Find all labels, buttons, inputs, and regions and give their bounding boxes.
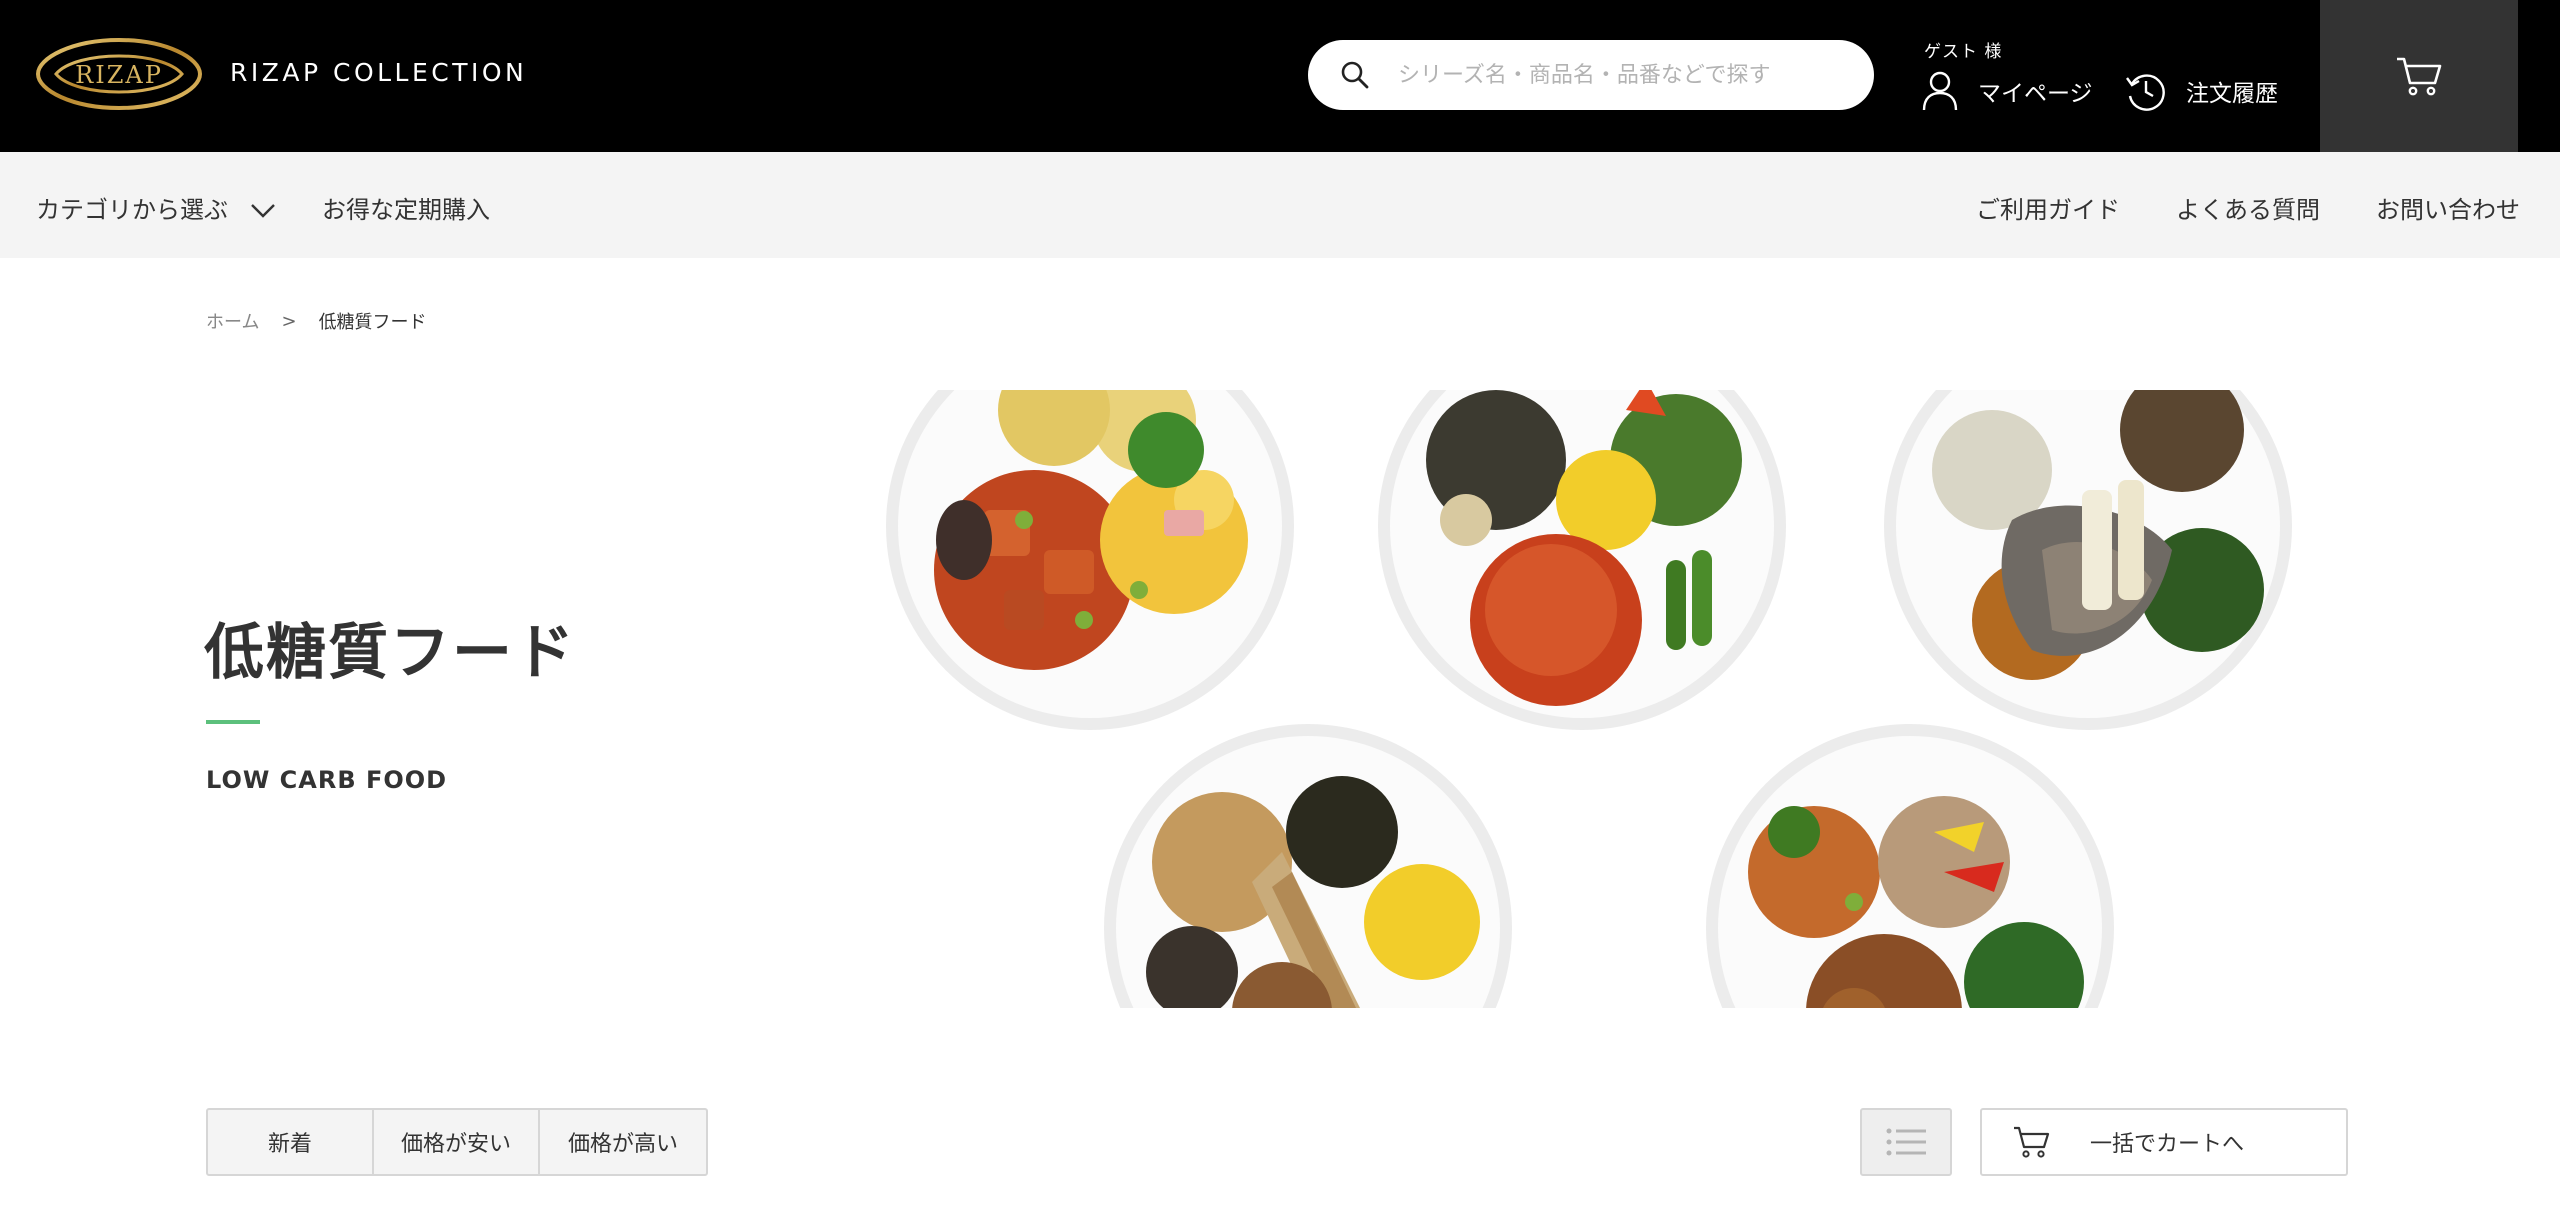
mypage-link[interactable]: マイページ xyxy=(1920,70,2093,112)
food-plate-image xyxy=(1706,724,2114,1008)
search-box[interactable] xyxy=(1308,40,1874,110)
bulk-add-to-cart-button[interactable]: 一括でカートへ xyxy=(1980,1108,2348,1176)
site-header: RIZAP RIZAP COLLECTION ゲスト 様 マイページ 注文履歴 xyxy=(0,0,2560,152)
page-subtitle: LOW CARB FOOD xyxy=(206,766,448,794)
breadcrumb: ホーム > 低糖質フード xyxy=(206,308,427,334)
breadcrumb-home[interactable]: ホーム xyxy=(206,308,259,334)
sub-navigation: カテゴリから選ぶ お得な定期購入 ご利用ガイド よくある質問 お問い合わせ xyxy=(0,152,2560,258)
sort-newest-button[interactable]: 新着 xyxy=(208,1110,374,1174)
category-menu[interactable]: カテゴリから選ぶ xyxy=(36,190,276,225)
history-icon xyxy=(2126,74,2165,111)
sort-price-high-button[interactable]: 価格が高い xyxy=(540,1110,706,1174)
category-menu-label: カテゴリから選ぶ xyxy=(36,196,228,224)
faq-link[interactable]: よくある質問 xyxy=(2176,190,2320,225)
guest-label: ゲスト 様 xyxy=(1924,42,2003,62)
cart-icon xyxy=(2397,57,2442,96)
breadcrumb-separator: > xyxy=(281,310,297,332)
search-icon[interactable] xyxy=(1340,60,1370,90)
rizap-logo[interactable]: RIZAP xyxy=(36,36,202,112)
guide-link[interactable]: ご利用ガイド xyxy=(1976,190,2120,225)
food-plate-image xyxy=(886,390,1294,730)
sort-price-low-button[interactable]: 価格が安い xyxy=(374,1110,540,1174)
mypage-label: マイページ xyxy=(1978,81,2093,107)
search-input[interactable] xyxy=(1398,52,1848,98)
logo-text: RIZAP xyxy=(75,61,163,89)
brand-name[interactable]: RIZAP COLLECTION xyxy=(230,58,527,87)
food-plate-image xyxy=(1378,390,1786,730)
cart-icon xyxy=(2014,1126,2050,1158)
food-plate-image xyxy=(1104,724,1512,1008)
list-icon xyxy=(1886,1128,1926,1156)
order-history-link[interactable]: 注文履歴 xyxy=(2124,70,2278,112)
food-plate-image xyxy=(1884,390,2292,730)
hero-food-image xyxy=(870,390,2320,1008)
sort-options: 新着 価格が安い 価格が高い xyxy=(206,1108,708,1176)
cart-button[interactable] xyxy=(2320,0,2518,152)
contact-link[interactable]: お問い合わせ xyxy=(2376,190,2520,225)
order-history-label: 注文履歴 xyxy=(2186,81,2278,107)
subscription-link[interactable]: お得な定期購入 xyxy=(322,190,490,225)
chevron-down-icon xyxy=(250,204,275,218)
list-view-toggle[interactable] xyxy=(1860,1108,1952,1176)
bulk-add-to-cart-label: 一括でカートへ xyxy=(2090,1132,2245,1157)
user-icon xyxy=(1922,71,1958,111)
breadcrumb-current: 低糖質フード xyxy=(318,312,427,333)
title-accent-line xyxy=(206,720,260,724)
page-title: 低糖質フード xyxy=(204,618,576,688)
